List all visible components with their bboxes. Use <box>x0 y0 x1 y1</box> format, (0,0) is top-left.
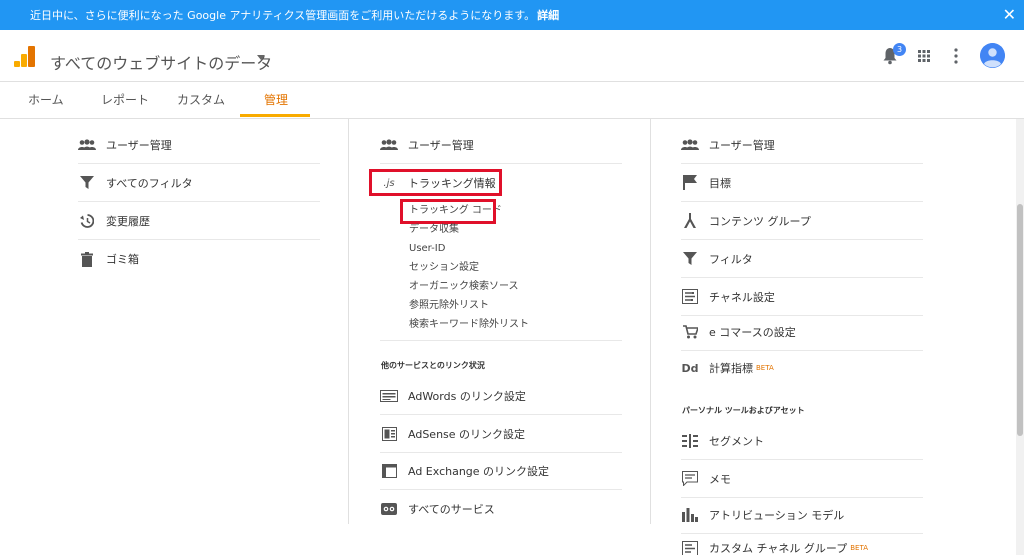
segment-icon <box>681 433 699 449</box>
vertical-scrollbar[interactable] <box>1016 119 1024 555</box>
flag-icon <box>681 175 699 191</box>
item-label: AdSense のリンク設定 <box>408 427 526 441</box>
section-label-personal-tools: パーソナル ツールおよびアセット <box>682 406 805 415</box>
data-collection-link[interactable]: データ収集 <box>409 222 459 238</box>
view-user-management[interactable]: ユーザー管理 <box>681 126 923 164</box>
avatar-person-icon <box>980 43 1005 68</box>
item-label: ユーザー管理 <box>408 138 474 152</box>
account-user-management[interactable]: ユーザー管理 <box>78 126 320 164</box>
user-id-link[interactable]: User-ID <box>409 241 445 257</box>
item-label: ユーザー管理 <box>106 138 172 152</box>
view-content-grouping[interactable]: コンテンツ グループ <box>681 202 923 240</box>
users-icon <box>681 137 699 153</box>
item-label: ゴミ箱 <box>106 253 139 266</box>
referral-exclusion-link[interactable]: 参照元除外リスト <box>409 298 489 314</box>
users-icon <box>380 137 398 153</box>
cart-icon <box>681 324 699 340</box>
main-tabs: ホーム レポート カスタム 管理 <box>0 83 1024 119</box>
item-label: メモ <box>709 472 731 486</box>
analytics-logo-icon[interactable] <box>14 45 36 67</box>
item-label: e コマースの設定 <box>709 325 796 339</box>
apps-grid-icon[interactable] <box>918 50 930 62</box>
beta-badge: BETA <box>850 544 868 552</box>
custom-channel-icon <box>681 540 699 555</box>
ad-exchange-linking[interactable]: Ad Exchange のリンク設定 <box>380 452 622 490</box>
property-user-management[interactable]: ユーザー管理 <box>380 126 622 164</box>
view-custom-channel-grouping[interactable]: カスタム チャネル グループ BETA <box>681 530 923 555</box>
banner-close-icon[interactable]: ✕ <box>1003 5 1016 25</box>
account-change-history[interactable]: 変更履歴 <box>78 202 320 240</box>
all-products-linking[interactable]: すべてのサービス <box>380 490 622 528</box>
memo-icon <box>681 471 699 487</box>
item-label: フィルタ <box>709 252 753 266</box>
notification-count-badge: 3 <box>893 43 906 56</box>
filter-icon <box>681 251 699 267</box>
column-divider <box>348 119 349 524</box>
view-annotations[interactable]: メモ <box>681 460 923 498</box>
active-tab-indicator <box>240 114 310 117</box>
users-icon <box>78 137 96 153</box>
session-settings-link[interactable]: セッション設定 <box>409 260 479 276</box>
organic-search-link[interactable]: オーガニック検索ソース <box>409 279 519 295</box>
attribution-icon <box>681 507 699 523</box>
item-label: 計算指標 <box>709 362 753 375</box>
search-term-exclusion-link[interactable]: 検索キーワード除外リスト <box>409 317 529 333</box>
adwords-linking[interactable]: AdWords のリンク設定 <box>380 377 622 415</box>
item-label: 目標 <box>709 176 731 190</box>
item-label: ユーザー管理 <box>709 138 775 152</box>
history-icon <box>78 213 96 229</box>
view-attribution-models[interactable]: アトリビューション モデル <box>681 496 923 534</box>
adexchange-icon <box>380 463 398 479</box>
adsense-linking[interactable]: AdSense のリンク設定 <box>380 415 622 453</box>
item-label: 変更履歴 <box>106 214 150 228</box>
divider <box>380 340 622 341</box>
item-label: AdWords のリンク設定 <box>408 389 526 403</box>
notification-banner: 近日中に、さらに便利になった Google アナリティクス管理画面をご利用いただ… <box>0 0 1024 30</box>
banner-text: 近日中に、さらに便利になった Google アナリティクス管理画面をご利用いただ… <box>30 9 536 22</box>
item-label: カスタム チャネル グループ <box>709 542 848 555</box>
item-label: Ad Exchange のリンク設定 <box>408 464 550 478</box>
banner-details-link[interactable]: 詳細 <box>537 7 559 23</box>
account-all-filters[interactable]: すべてのフィルタ <box>78 164 320 202</box>
dd-icon: Dd <box>681 361 699 375</box>
view-segments[interactable]: セグメント <box>681 422 923 460</box>
account-trash[interactable]: ゴミ箱 <box>78 240 320 278</box>
tab-custom[interactable]: カスタム <box>177 83 225 119</box>
view-filters[interactable]: フィルタ <box>681 240 923 278</box>
view-calculated-metrics[interactable]: Dd 計算指標 BETA <box>681 349 923 387</box>
tab-home[interactable]: ホーム <box>28 83 64 119</box>
account-avatar[interactable] <box>980 43 1005 68</box>
adsense-icon <box>380 426 398 442</box>
filter-icon <box>78 175 96 191</box>
trash-icon <box>78 251 96 267</box>
tab-reports[interactable]: レポート <box>101 83 149 119</box>
item-label: アトリビューション モデル <box>709 508 845 522</box>
view-goals[interactable]: 目標 <box>681 164 923 202</box>
column-divider <box>650 119 651 524</box>
channel-icon <box>681 289 699 305</box>
content-group-icon <box>681 213 699 229</box>
adwords-icon <box>380 388 398 404</box>
beta-badge: BETA <box>756 364 774 372</box>
item-label: コンテンツ グループ <box>709 214 811 228</box>
item-label: すべてのサービス <box>408 503 495 516</box>
app-header: すべてのウェブサイトのデータ <box>0 30 1024 82</box>
section-label-linked-services: 他のサービスとのリンク状況 <box>381 361 485 370</box>
highlight-tracking-info <box>369 169 502 196</box>
item-label: すべてのフィルタ <box>106 176 193 190</box>
scrollbar-thumb[interactable] <box>1017 204 1023 436</box>
chevron-down-icon[interactable] <box>257 55 265 60</box>
more-vert-icon[interactable] <box>954 48 958 64</box>
item-label: チャネル設定 <box>709 290 775 304</box>
item-label: セグメント <box>709 434 764 448</box>
link-icon <box>380 501 398 517</box>
view-ecommerce-settings[interactable]: e コマースの設定 <box>681 313 923 351</box>
highlight-tracking-code <box>400 199 496 224</box>
view-channel-settings[interactable]: チャネル設定 <box>681 278 923 316</box>
property-selector[interactable]: すべてのウェブサイトのデータ <box>50 50 272 74</box>
